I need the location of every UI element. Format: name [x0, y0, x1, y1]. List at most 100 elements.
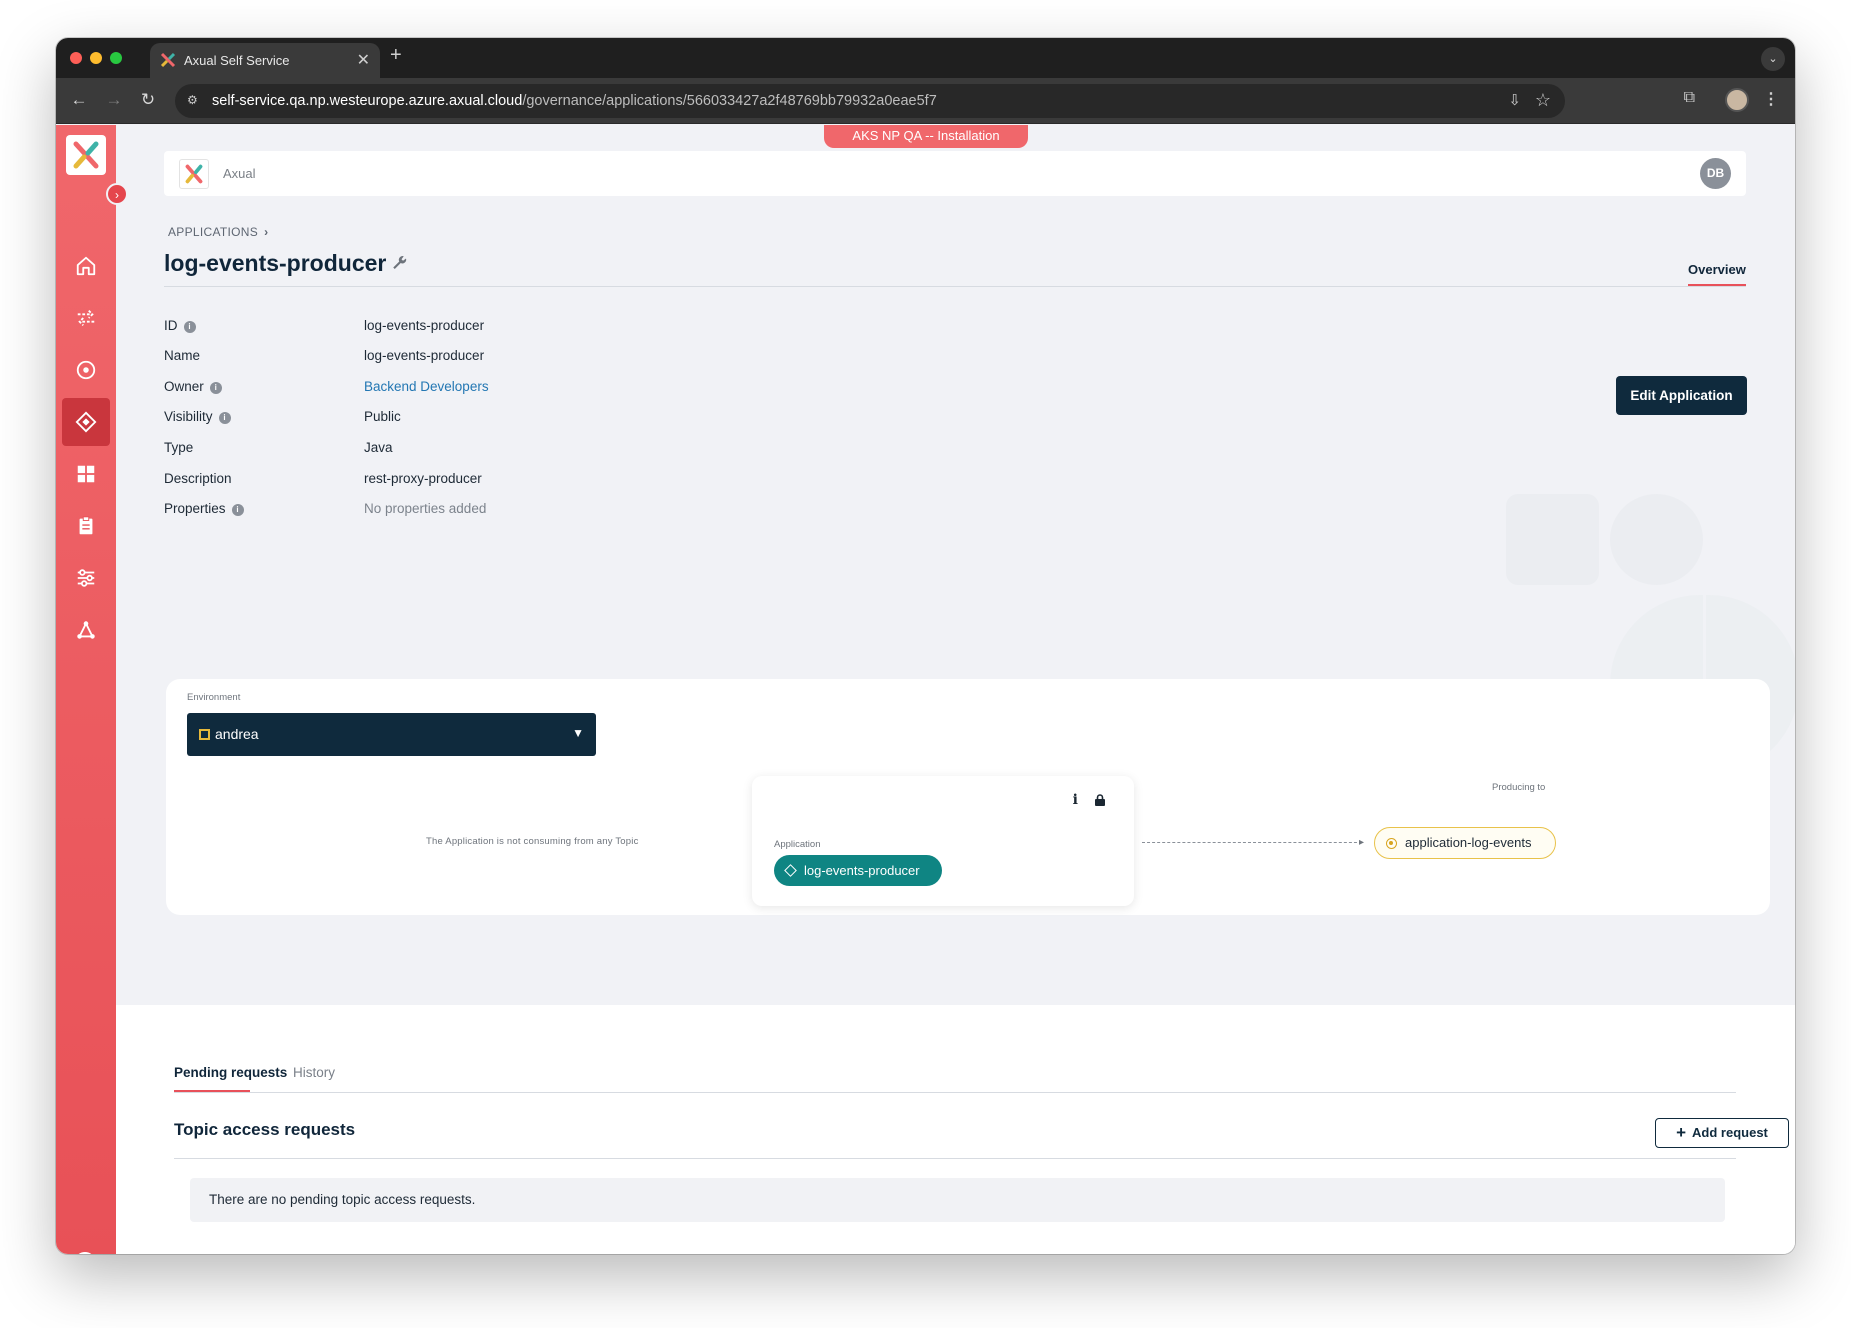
owner-link[interactable]: Backend Developers	[364, 379, 489, 394]
header-divider	[164, 286, 1746, 287]
detail-label-text: ID	[164, 318, 178, 333]
install-app-icon[interactable]: ⇩	[1508, 91, 1521, 109]
home-icon	[76, 256, 96, 276]
url-path: /governance/applications/566033427a2f487…	[522, 93, 937, 109]
tabs-divider	[174, 1092, 1736, 1093]
menu-kebab-icon[interactable]: ⋮	[1763, 89, 1779, 109]
add-request-label: Add request	[1692, 1125, 1768, 1140]
bookmark-star-icon[interactable]: ☆	[1535, 90, 1551, 111]
info-icon[interactable]: i	[209, 382, 222, 394]
site-settings-icon[interactable]: ⚙	[187, 93, 203, 109]
produce-connector	[1142, 842, 1362, 843]
topic-pill[interactable]: application-log-events	[1374, 827, 1556, 859]
empty-state: There are no pending topic access reques…	[190, 1178, 1725, 1222]
sidebar-item-streams[interactable]	[62, 294, 110, 342]
detail-row-visibility: Visibility i Public	[164, 409, 764, 431]
sidebar: ?	[56, 125, 116, 1254]
expand-sidebar-button[interactable]: ›	[106, 183, 128, 205]
breadcrumb-applications[interactable]: APPLICATIONS	[168, 225, 258, 239]
reload-icon[interactable]: ↻	[137, 90, 159, 110]
edit-application-button[interactable]: Edit Application	[1616, 376, 1747, 415]
back-icon[interactable]: ←	[68, 90, 90, 110]
help-icon[interactable]: ?	[74, 1252, 96, 1254]
detail-label: Name	[164, 348, 201, 363]
close-window-button[interactable]	[70, 52, 82, 64]
detail-row-type: Type Java	[164, 440, 764, 462]
detail-label: Owner i	[164, 379, 222, 394]
browser-tab-title: Axual Self Service	[184, 53, 290, 68]
application-icon	[75, 411, 97, 433]
application-pill[interactable]: log-events-producer	[774, 855, 942, 886]
environment-panel: Environment andrea ▼ The Application is …	[166, 679, 1770, 915]
detail-label-text: Visibility	[164, 409, 213, 424]
page-title: log-events-producer	[164, 250, 387, 276]
info-icon[interactable]: i	[231, 504, 244, 516]
detail-value: Java	[364, 440, 393, 455]
detail-row-owner: Owner i Backend Developers	[164, 379, 764, 401]
sidebar-item-home[interactable]	[62, 242, 110, 290]
detail-label: ID i	[164, 318, 196, 333]
decorative-shape	[1506, 494, 1599, 585]
minimize-window-button[interactable]	[90, 52, 102, 64]
info-icon[interactable]: i	[183, 321, 196, 333]
environment-select[interactable]: andrea ▼	[187, 713, 596, 756]
profile-avatar[interactable]	[1725, 88, 1749, 112]
topic-icon	[76, 360, 96, 380]
section-title: Topic access requests	[174, 1120, 356, 1139]
application-label: Application	[774, 839, 821, 850]
detail-row-name: Name log-events-producer	[164, 348, 764, 370]
tab-history[interactable]: History	[293, 1065, 335, 1080]
chevron-right-icon: ›	[264, 225, 269, 239]
lock-icon[interactable]	[1094, 794, 1106, 806]
address-bar[interactable]: ⚙ self-service.qa.np.westeurope.azure.ax…	[175, 84, 1565, 118]
topic-icon	[1386, 838, 1397, 849]
sidebar-item-dashboard[interactable]	[62, 450, 110, 498]
environment-label: Environment	[187, 692, 241, 703]
info-icon[interactable]: i	[218, 412, 231, 424]
tab-pending-requests[interactable]: Pending requests	[174, 1065, 287, 1080]
new-tab-button[interactable]: +	[390, 44, 402, 67]
environment-icon	[199, 729, 210, 740]
detail-value: log-events-producer	[364, 348, 485, 363]
add-request-button[interactable]: + Add request	[1655, 1118, 1789, 1148]
arrow-right-icon: ▸	[1359, 837, 1365, 848]
user-avatar[interactable]: DB	[1700, 158, 1731, 189]
brand-logo[interactable]	[179, 159, 209, 189]
brand-name: Axual	[223, 166, 256, 181]
maximize-window-button[interactable]	[110, 52, 122, 64]
browser-tab[interactable]: Axual Self Service ✕	[150, 43, 380, 78]
axual-logo-icon	[73, 141, 99, 169]
axual-logo[interactable]	[66, 135, 106, 175]
axual-logo-icon	[185, 164, 203, 184]
detail-label: Properties i	[164, 501, 244, 516]
tab-search-icon[interactable]: ⌄	[1761, 47, 1785, 71]
sidebar-item-requests[interactable]	[62, 502, 110, 550]
detail-label-text: Properties	[164, 501, 226, 516]
sidebar-item-topics[interactable]	[62, 346, 110, 394]
sidebar-item-settings[interactable]	[62, 554, 110, 602]
extensions-icon[interactable]: ⧉	[1684, 89, 1695, 107]
close-tab-icon[interactable]: ✕	[357, 50, 370, 70]
sidebar-item-connectors[interactable]	[62, 606, 110, 654]
detail-row-description: Description rest-proxy-producer	[164, 471, 764, 493]
browser-tabbar: Axual Self Service ✕ + ⌄	[56, 38, 1795, 78]
no-consuming-text: The Application is not consuming from an…	[426, 836, 639, 847]
detail-value: rest-proxy-producer	[364, 471, 482, 486]
detail-value: No properties added	[364, 501, 487, 516]
detail-label: Visibility i	[164, 409, 231, 424]
dashboard-grid-icon	[77, 465, 95, 483]
browser-window: Axual Self Service ✕ + ⌄ ← → ↻ ⚙ self-se…	[56, 38, 1795, 1254]
sidebar-item-applications[interactable]	[62, 398, 110, 446]
application-icon	[784, 864, 797, 877]
clipboard-icon	[79, 516, 93, 535]
url-text: self-service.qa.np.westeurope.azure.axua…	[212, 93, 937, 109]
decorative-shape	[1610, 494, 1703, 585]
tab-overview[interactable]: Overview	[1688, 262, 1746, 277]
section-divider	[174, 1158, 1736, 1159]
forward-icon[interactable]: →	[103, 90, 125, 110]
detail-label: Type	[164, 440, 194, 455]
breadcrumb[interactable]: APPLICATIONS ›	[168, 225, 268, 239]
detail-value: Public	[364, 409, 401, 424]
info-icon[interactable]: i	[1073, 792, 1078, 808]
wrench-icon[interactable]	[391, 254, 409, 272]
